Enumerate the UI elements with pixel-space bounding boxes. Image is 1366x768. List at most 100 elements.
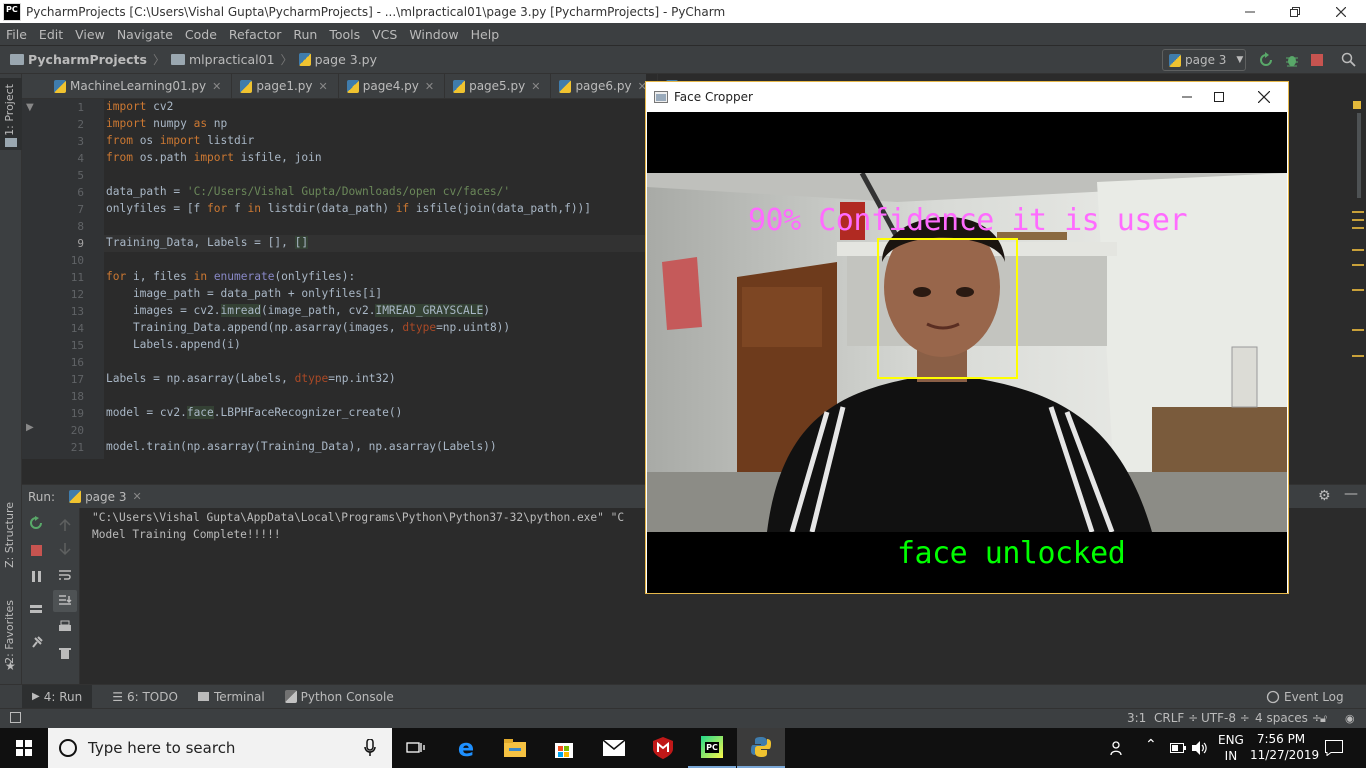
scroll-to-end-button[interactable] [53, 590, 77, 612]
breadcrumb-file[interactable]: page 3.py [298, 52, 377, 67]
menu-edit[interactable]: Edit [39, 27, 63, 42]
editor-scroll-markers[interactable] [1348, 99, 1366, 484]
warning-marker[interactable] [1353, 101, 1361, 109]
tray-chevron-up-icon[interactable]: ⌃ [1145, 737, 1157, 753]
file-explorer-button[interactable] [491, 728, 539, 768]
status-bar: 3:1 CRLF ÷ UTF-8 ÷ 4 spaces ÷ 🔓︎ ◉ [0, 708, 1366, 728]
event-log-button[interactable]: Event Log [1266, 690, 1344, 704]
breadcrumb-project[interactable]: PycharmProjects [10, 52, 147, 67]
store-button[interactable] [540, 728, 588, 768]
close-icon[interactable]: ✕ [425, 80, 434, 93]
menu-vcs[interactable]: VCS [372, 27, 397, 42]
menu-file[interactable]: File [6, 27, 27, 42]
stop-icon[interactable] [30, 544, 44, 558]
close-icon[interactable]: ✕ [132, 490, 141, 503]
python-file-icon [346, 79, 359, 93]
store-bag-icon [555, 743, 573, 758]
structure-tool-tab[interactable]: Z: Structure [3, 502, 16, 568]
face-cropper-titlebar: Face Cropper [646, 82, 1288, 111]
pin-icon[interactable] [30, 635, 44, 649]
tab-page5[interactable]: page5.py ✕ [445, 73, 552, 99]
menu-help[interactable]: Help [471, 27, 500, 42]
rerun-icon[interactable] [29, 516, 43, 530]
tab-machinelearning01[interactable]: MachineLearning01.py ✕ [22, 73, 233, 99]
run-configuration-label: page 3 [1185, 53, 1227, 67]
menu-refactor[interactable]: Refactor [229, 27, 281, 42]
task-view-button[interactable] [392, 728, 440, 768]
people-icon[interactable] [1110, 740, 1126, 756]
close-icon[interactable]: ✕ [212, 80, 221, 93]
python-taskbar-button[interactable] [737, 728, 785, 768]
face-detection-box [877, 238, 1018, 379]
scrollbar-thumb[interactable] [1357, 113, 1361, 198]
python-console-icon [284, 690, 297, 703]
clock-time: 7:56 PM [1256, 732, 1306, 746]
face-window-maximize-button[interactable] [1199, 82, 1239, 111]
line-number: 8 [77, 220, 84, 233]
face-window-close-button[interactable] [1244, 82, 1284, 111]
run-configuration-select[interactable]: page 3 ▼ [1162, 49, 1246, 71]
pycharm-taskbar-button[interactable]: PC [688, 728, 736, 768]
lock-icon[interactable]: 🔓︎ [1320, 712, 1327, 726]
tab-page6[interactable]: page6.py ✕ [551, 73, 658, 99]
tab-todo[interactable]: ☰ 6: TODO [112, 690, 178, 704]
stop-button[interactable] [1311, 54, 1323, 66]
menu-code[interactable]: Code [185, 27, 217, 42]
code-line: for i, files in enumerate(onlyfiles): [106, 270, 356, 283]
indent-select[interactable]: 4 spaces ÷ [1255, 711, 1322, 725]
run-arrow-icon[interactable]: ▶ [26, 422, 34, 433]
line-separator-select[interactable]: CRLF ÷ [1154, 711, 1198, 725]
mcafee-button[interactable] [639, 728, 687, 768]
taskbar-search-box[interactable]: Type here to search [48, 728, 392, 768]
inspector-icon[interactable]: ◉ [1345, 712, 1355, 725]
rerun-button[interactable] [1258, 52, 1274, 68]
layout-icon[interactable] [29, 602, 43, 616]
encoding-select[interactable]: UTF-8 ÷ [1201, 711, 1250, 725]
close-icon[interactable]: ✕ [319, 80, 328, 93]
minimize-button[interactable] [1227, 0, 1273, 23]
menu-run[interactable]: Run [293, 27, 317, 42]
soft-wrap-icon[interactable] [58, 568, 72, 582]
hide-panel-icon[interactable]: — [1344, 486, 1358, 502]
cursor-position[interactable]: 3:1 [1127, 711, 1146, 725]
close-button[interactable] [1318, 0, 1364, 23]
code-editor[interactable]: import cv2 import numpy as np from os im… [104, 99, 646, 459]
edge-button[interactable]: e [442, 728, 490, 768]
favorites-tool-tab[interactable]: 2: Favorites [3, 600, 16, 664]
gear-icon[interactable]: ⚙ [1318, 488, 1331, 504]
language-indicator[interactable]: ENG IN [1218, 732, 1244, 764]
search-everywhere-button[interactable] [1341, 52, 1356, 67]
tab-run[interactable]: ▶ 4: Run [22, 685, 93, 708]
tab-page4[interactable]: page4.py ✕ [339, 73, 446, 99]
microphone-icon[interactable] [364, 739, 376, 757]
menu-window[interactable]: Window [409, 27, 458, 42]
tool-window-toggle-icon[interactable] [10, 712, 21, 723]
menu-navigate[interactable]: Navigate [117, 27, 173, 42]
volume-icon[interactable] [1192, 741, 1208, 755]
close-icon[interactable]: ✕ [531, 80, 540, 93]
start-button[interactable] [0, 728, 48, 768]
code-marker [1352, 329, 1364, 331]
fold-arrow-icon[interactable]: ▼ [26, 102, 34, 113]
menu-tools[interactable]: Tools [329, 27, 360, 42]
tab-terminal[interactable]: Terminal [197, 690, 265, 704]
trash-icon[interactable] [58, 646, 72, 660]
arrow-down-icon[interactable] [58, 542, 72, 556]
window-titlebar: PC PycharmProjects [C:\Users\Vishal Gupt… [0, 0, 1366, 23]
battery-icon[interactable] [1170, 742, 1186, 754]
tab-python-console[interactable]: Python Console [284, 690, 394, 704]
restore-button[interactable] [1272, 0, 1318, 23]
arrow-up-icon[interactable] [58, 518, 72, 532]
clock[interactable]: 7:56 PM 11/27/2019 [1250, 731, 1319, 763]
debug-button[interactable] [1284, 52, 1300, 68]
menu-view[interactable]: View [75, 27, 105, 42]
mail-button[interactable] [590, 728, 638, 768]
pause-icon[interactable] [30, 570, 44, 584]
run-tab-page3[interactable]: page 3 ✕ [69, 490, 142, 504]
tab-page1[interactable]: page1.py ✕ [232, 73, 339, 99]
print-icon[interactable] [58, 620, 72, 634]
breadcrumb-folder[interactable]: mlpractical01 [171, 52, 275, 67]
line-number: 12 [70, 288, 84, 301]
project-tool-tab[interactable]: 1: Project [0, 78, 22, 150]
action-center-icon[interactable] [1325, 740, 1343, 756]
